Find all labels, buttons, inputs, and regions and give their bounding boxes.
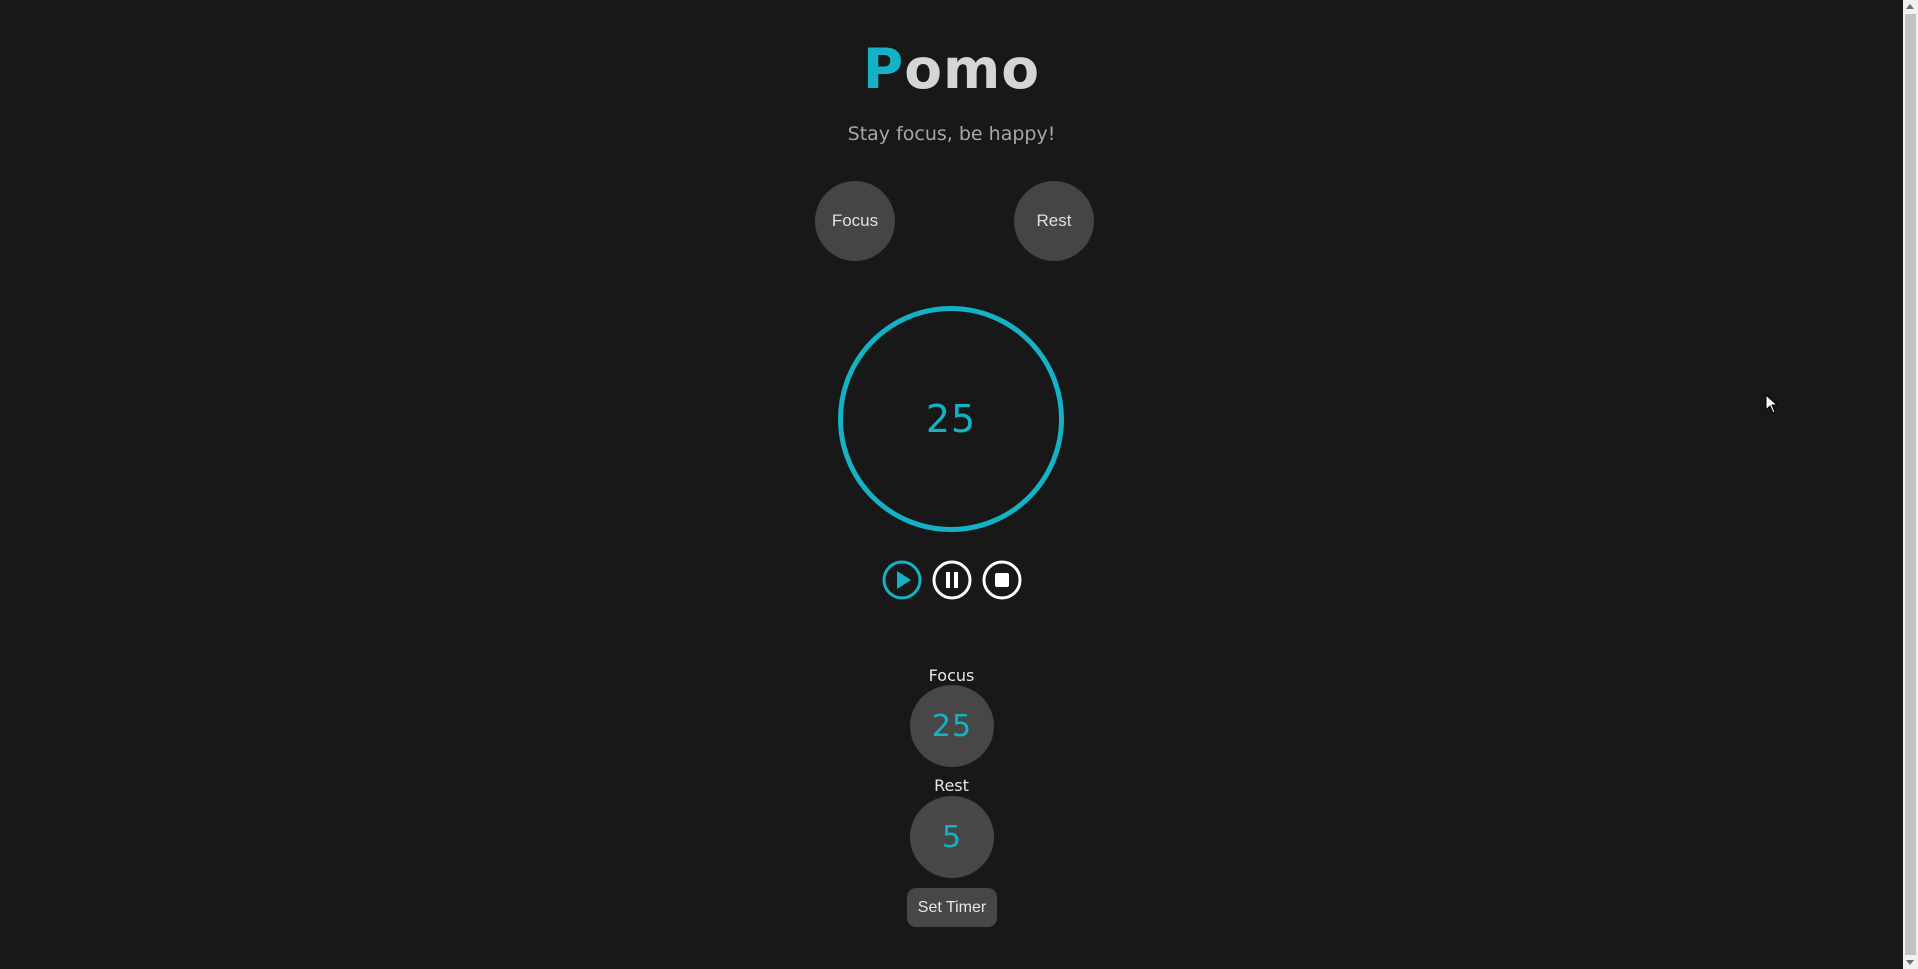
app-subtitle: Stay focus, be happy!	[847, 123, 1056, 145]
app-title-accent: P	[862, 37, 905, 101]
rest-mode-button[interactable]: Rest	[1014, 181, 1094, 261]
stop-icon	[982, 560, 1022, 600]
focus-setting-label: Focus	[928, 666, 975, 685]
scroll-down-icon[interactable]	[1906, 960, 1914, 965]
rest-minutes-input[interactable]: 5	[910, 796, 994, 878]
page: Pomo Stay focus, be happy! Focus Rest 25	[0, 0, 1918, 969]
vertical-scrollbar[interactable]	[1903, 0, 1918, 969]
play-button[interactable]	[882, 560, 922, 600]
focus-mode-button[interactable]: Focus	[815, 181, 895, 261]
pomo-app: Pomo Stay focus, be happy! Focus Rest 25	[0, 0, 1903, 969]
timer-ring: 25	[838, 306, 1064, 532]
app-title: Pomo	[0, 36, 1903, 102]
play-icon	[882, 560, 922, 600]
focus-minutes-input[interactable]: 25	[910, 685, 994, 767]
rest-setting-label: Rest	[934, 776, 969, 795]
set-timer-button[interactable]: Set Timer	[907, 888, 997, 927]
app-title-rest: omo	[904, 37, 1041, 101]
scroll-up-icon[interactable]	[1906, 4, 1914, 9]
mouse-cursor-icon	[1765, 393, 1779, 418]
pause-button[interactable]	[932, 560, 972, 600]
scrollbar-thumb[interactable]	[1905, 14, 1916, 955]
timer-display: 25	[925, 397, 977, 441]
stop-button[interactable]	[982, 560, 1022, 600]
pause-icon	[932, 560, 972, 600]
